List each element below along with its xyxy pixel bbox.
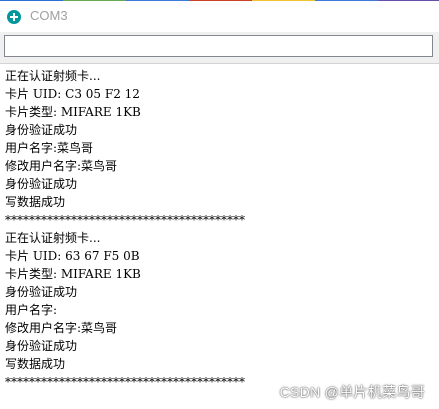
serial-output-line: 正在认证射频卡...	[5, 69, 101, 83]
serial-output-area[interactable]: 正在认证射频卡... 卡片 UID: C3 05 F2 12 卡片类型: MIFAR…	[0, 63, 439, 409]
serial-output-line: 卡片 UID: C3 05 F2 12	[5, 87, 140, 101]
serial-output-line: ****************************************	[5, 375, 245, 389]
serial-output-line: 正在认证射频卡...	[5, 231, 101, 245]
titlebar-stripe-segment	[252, 0, 315, 1]
serial-output-line: 身份验证成功	[5, 177, 78, 191]
serial-output-line: 卡片 UID: 63 67 F5 0B	[5, 249, 140, 263]
titlebar-stripe-segment	[378, 0, 439, 1]
window-title: COM3	[30, 8, 68, 23]
serial-output-lines: 正在认证射频卡... 卡片 UID: C3 05 F2 12 卡片类型: MIFAR…	[5, 67, 245, 391]
titlebar-stripe-segment	[126, 0, 189, 1]
serial-output-line: 修改用户名字:菜鸟哥	[5, 321, 118, 335]
titlebar-stripe-segment	[189, 0, 252, 1]
watermark: CSDN @单片机菜鸟哥	[279, 384, 425, 400]
serial-output-line: 身份验证成功	[5, 285, 78, 299]
serial-output-line: 写数据成功	[5, 357, 66, 371]
titlebar-stripe-segment	[0, 0, 63, 1]
arduino-logo-icon	[7, 10, 21, 24]
serial-output-line: 用户名字:菜鸟哥	[5, 141, 94, 155]
serial-output-line: ****************************************	[5, 213, 245, 227]
serial-output-line: 身份验证成功	[5, 339, 78, 353]
serial-output-line: 身份验证成功	[5, 123, 78, 137]
serial-output-line: 用户名字:	[5, 303, 58, 317]
window-titlebar: COM3	[0, 0, 439, 32]
serial-output-line: 修改用户名字:菜鸟哥	[5, 159, 118, 173]
serial-output-line: 卡片类型: MIFARE 1KB	[5, 267, 141, 281]
titlebar-stripe-segment	[63, 0, 126, 1]
serial-send-input[interactable]	[4, 35, 433, 57]
send-bar	[0, 32, 439, 63]
titlebar-stripe-segment	[315, 0, 378, 1]
serial-output-line: 写数据成功	[5, 195, 66, 209]
serial-output-line: 卡片类型: MIFARE 1KB	[5, 105, 141, 119]
